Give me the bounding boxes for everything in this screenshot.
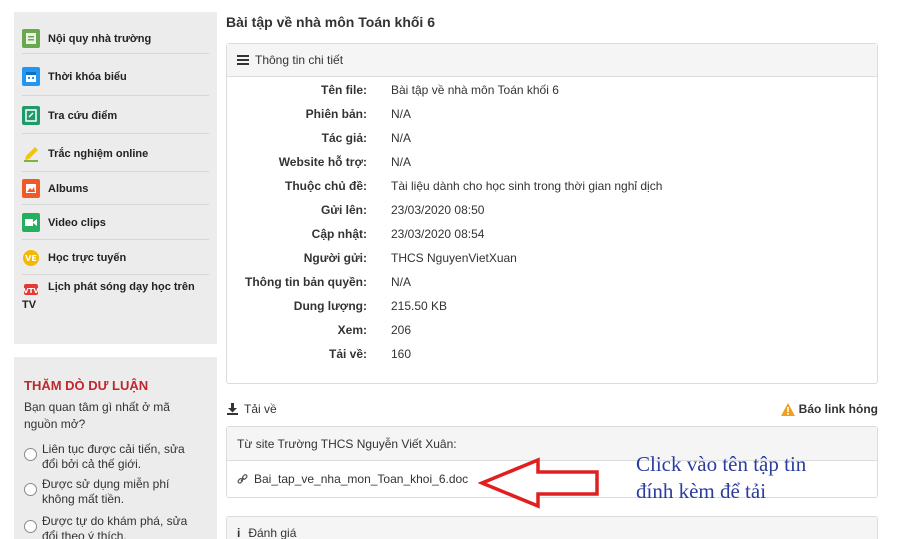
video-icon — [22, 213, 40, 232]
info-label: Tác giả: — [321, 131, 367, 145]
menu-item-label: Học trực tuyến — [48, 251, 127, 264]
menu-item-label: Nội quy nhà trường — [48, 32, 152, 45]
menu-item-label: Video clips — [48, 216, 106, 229]
rules-book-icon — [22, 29, 40, 48]
file-download-link[interactable]: Bai_tap_ve_nha_mon_Toan_khoi_6.doc — [254, 472, 468, 486]
page-title: Bài tập về nhà môn Toán khối 6 — [226, 14, 435, 30]
poll-option-label: Liên tục được cải tiến, sửa đổi bởi cả t… — [42, 442, 185, 471]
info-row: Cập nhật: 23/03/2020 08:54 — [227, 227, 877, 251]
info-label: Tên file: — [320, 83, 367, 97]
info-value: 215.50 KB — [391, 299, 448, 313]
info-icon: i — [237, 526, 241, 539]
menu-item-label: Thời khóa biểu — [48, 70, 127, 83]
radio-button[interactable] — [24, 448, 37, 461]
report-link-label: Báo link hỏng — [798, 402, 878, 416]
download-header: Tải về Báo link hỏng — [226, 402, 878, 418]
details-panel: Thông tin chi tiết Tên file: Bài tập về n… — [226, 43, 878, 384]
info-value: 206 — [391, 323, 412, 337]
info-label: Tải về: — [328, 347, 367, 361]
menu-item-video-clips[interactable]: Video clips — [22, 206, 209, 240]
online-learning-icon: VE — [22, 248, 40, 267]
menu-item-quiz[interactable]: Trắc nghiệm online — [22, 136, 209, 172]
info-row: Tác giả: N/A — [227, 131, 877, 155]
info-label: Cập nhật: — [311, 227, 367, 241]
rating-panel-title: Đánh giá — [248, 526, 297, 539]
download-title: Tải về — [244, 402, 277, 416]
menu-item-albums[interactable]: Albums — [22, 173, 209, 205]
info-label: Thông tin bản quyền: — [245, 275, 367, 289]
info-row: Dung lượng: 215.50 KB — [227, 299, 877, 323]
menu-item-grades[interactable]: Tra cứu điểm — [22, 98, 209, 134]
pencil-icon — [22, 144, 40, 163]
poll-option-label: Được tự do khám phá, sửa đổi theo ý thíc… — [42, 514, 188, 539]
menu-item-label: Tra cứu điểm — [48, 109, 118, 122]
quick-menu: Nội quy nhà trường Thời khóa biểu Tra cứ… — [14, 12, 217, 344]
info-row: Website hỗ trợ: N/A — [227, 155, 877, 179]
details-panel-header: Thông tin chi tiết — [227, 44, 877, 77]
link-icon — [237, 473, 248, 485]
info-row: Thuộc chủ đề: Tài liệu dành cho học sinh … — [227, 179, 877, 203]
info-label: Xem: — [337, 323, 367, 337]
details-panel-title: Thông tin chi tiết — [255, 53, 344, 67]
annotation-text: Click vào tên tập tin đính kèm để tải — [636, 451, 896, 505]
info-row: Xem: 206 — [227, 323, 877, 347]
info-label: Thuộc chủ đề: — [285, 179, 367, 193]
menu-item-tv-schedule[interactable]: VTV Lịch phát sóng dạy học trên TV — [22, 278, 209, 318]
poll-option[interactable]: Liên tục được cải tiến, sửa đổi bởi cả t… — [24, 442, 204, 472]
radio-button[interactable] — [24, 483, 37, 496]
poll-title: THĂM DÒ DƯ LUẬN — [24, 378, 149, 393]
info-label: Phiên bản: — [305, 107, 367, 121]
list-icon — [237, 55, 249, 65]
menu-item-timetable[interactable]: Thời khóa biểu — [22, 58, 209, 96]
info-value: Bài tập về nhà môn Toán khối 6 — [391, 83, 559, 97]
radio-button[interactable] — [24, 520, 37, 533]
info-label: Gửi lên: — [320, 203, 367, 217]
download-icon — [227, 403, 238, 418]
report-broken-link[interactable]: Báo link hỏng — [780, 402, 878, 416]
menu-item-label: Lịch phát sóng dạy học trên TV — [22, 281, 195, 311]
tv-schedule-icon: VTV — [22, 280, 40, 299]
download-source-label: Từ site Trường THCS Nguyễn Viết Xuân: — [237, 436, 457, 451]
info-value: 23/03/2020 08:50 — [391, 203, 485, 217]
info-label: Người gửi: — [303, 251, 367, 265]
menu-item-label: Albums — [48, 182, 89, 195]
info-row: Gửi lên: 23/03/2020 08:50 — [227, 203, 877, 227]
info-value: N/A — [391, 155, 412, 169]
poll-box: THĂM DÒ DƯ LUẬN Bạn quan tâm gì nhất ở m… — [14, 357, 217, 539]
info-label: Dung lượng: — [293, 299, 367, 313]
edit-note-icon — [22, 106, 40, 125]
info-row: Phiên bản: N/A — [227, 107, 877, 131]
info-value: N/A — [391, 131, 412, 145]
calendar-icon — [22, 67, 40, 86]
poll-option[interactable]: Được tự do khám phá, sửa đổi theo ý thíc… — [24, 514, 204, 539]
info-value: N/A — [391, 275, 412, 289]
album-icon — [22, 179, 40, 198]
info-label: Website hỗ trợ: — [278, 155, 367, 169]
warning-icon — [780, 402, 795, 416]
menu-item-label: Trắc nghiệm online — [48, 147, 149, 160]
info-row: Thông tin bản quyền: N/A — [227, 275, 877, 299]
info-row: Tên file: Bài tập về nhà môn Toán khối 6 — [227, 83, 877, 107]
left-sidebar: Nội quy nhà trường Thời khóa biểu Tra cứ… — [14, 12, 217, 539]
info-row: Tải về: 160 — [227, 347, 877, 371]
info-value: 23/03/2020 08:54 — [391, 227, 485, 241]
info-value: N/A — [391, 107, 412, 121]
info-row: Người gửi: THCS NguyenVietXuan — [227, 251, 877, 275]
info-value: THCS NguyenVietXuan — [391, 251, 517, 265]
rating-panel: i Đánh giá — [226, 516, 878, 539]
poll-option-label: Được sử dụng miễn phí không mất tiền. — [42, 477, 170, 506]
svg-text:VTV: VTV — [23, 287, 39, 295]
annotation-line: đính kèm để tải — [636, 479, 767, 503]
info-value: Tài liệu dành cho học sinh trong thời gi… — [391, 179, 663, 193]
annotation-line: Click vào tên tập tin — [636, 452, 807, 476]
svg-text:VE: VE — [25, 254, 37, 263]
poll-option[interactable]: Được sử dụng miễn phí không mất tiền. — [24, 477, 204, 507]
annotation-arrow — [478, 457, 599, 509]
info-value: 160 — [391, 347, 412, 361]
menu-item-online-learning[interactable]: VE Học trực tuyến — [22, 241, 209, 275]
menu-item-rules[interactable]: Nội quy nhà trường — [22, 24, 209, 54]
rating-panel-header: i Đánh giá — [227, 517, 877, 539]
poll-question: Bạn quan tâm gì nhất ở mã nguồn mở? — [24, 400, 170, 431]
